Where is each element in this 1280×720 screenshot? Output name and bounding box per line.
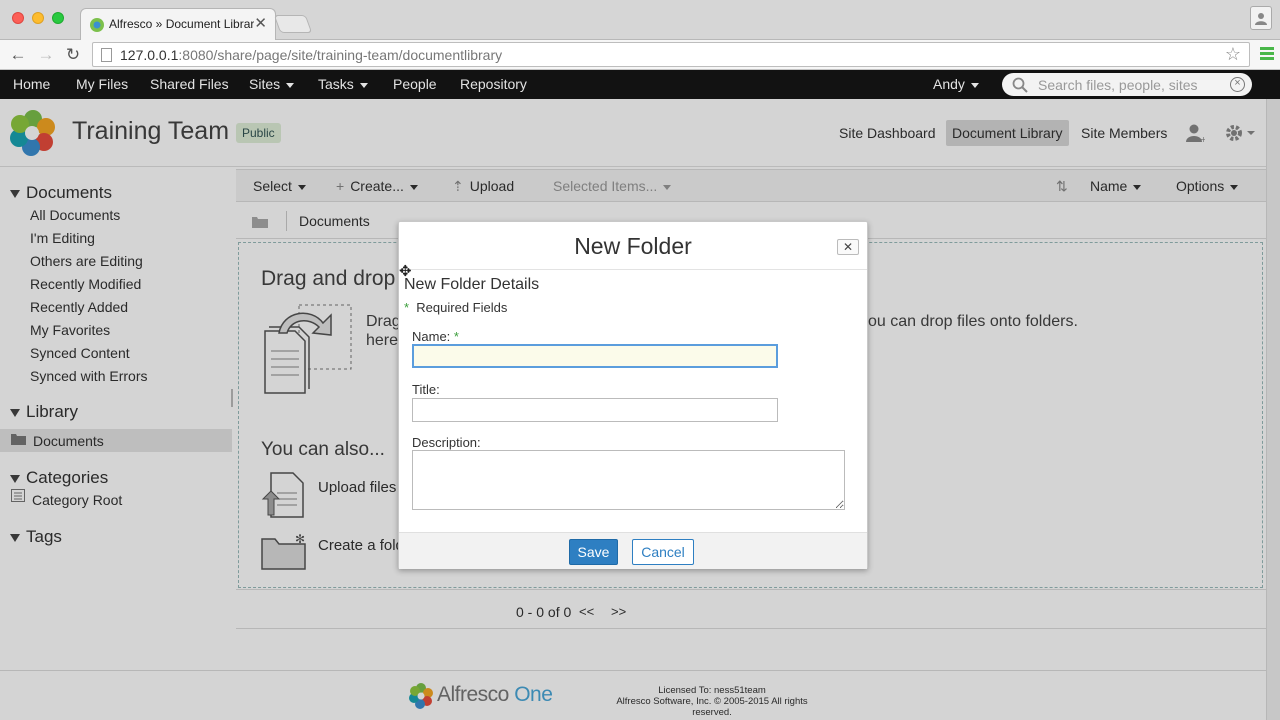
required-fields-note: * Required Fields bbox=[404, 300, 507, 315]
url-text: 127.0.0.1:8080/share/page/site/training-… bbox=[120, 47, 502, 63]
nav-repository[interactable]: Repository bbox=[460, 76, 527, 92]
clear-search-icon[interactable]: × bbox=[1230, 77, 1245, 92]
name-field[interactable] bbox=[412, 344, 778, 368]
browser-toolbar: ← → ↻ 127.0.0.1:8080/share/page/site/tra… bbox=[0, 40, 1280, 70]
nav-sites-label: Sites bbox=[249, 76, 281, 92]
user-name: Andy bbox=[933, 76, 965, 92]
minimize-window-button[interactable] bbox=[32, 12, 44, 24]
dialog-title: New Folder bbox=[574, 233, 692, 259]
nav-sites[interactable]: Sites bbox=[249, 76, 295, 92]
new-folder-dialog: New Folder ✕ ✥ New Folder Details * Requ… bbox=[398, 221, 868, 569]
tab-title: Alfresco » Document Library bbox=[109, 17, 254, 31]
cancel-button[interactable]: Cancel bbox=[632, 539, 694, 565]
save-button[interactable]: Save bbox=[569, 539, 618, 565]
forward-icon[interactable]: → bbox=[36, 45, 56, 65]
description-field[interactable] bbox=[412, 450, 845, 510]
profile-button[interactable] bbox=[1250, 6, 1272, 30]
nav-shared-files[interactable]: Shared Files bbox=[150, 76, 229, 92]
description-label: Description: bbox=[412, 435, 481, 450]
search-input[interactable]: Search files, people, sites × bbox=[1002, 73, 1252, 96]
back-icon[interactable]: ← bbox=[8, 45, 28, 65]
nav-home[interactable]: Home bbox=[13, 76, 50, 92]
nav-tasks[interactable]: Tasks bbox=[318, 76, 368, 92]
page-icon bbox=[101, 48, 112, 62]
required-text: Required Fields bbox=[416, 300, 508, 315]
title-label: Title: bbox=[412, 382, 440, 397]
url-path: :8080/share/page/site/training-team/docu… bbox=[178, 47, 503, 63]
chevron-down-icon bbox=[359, 82, 368, 88]
address-bar[interactable]: 127.0.0.1:8080/share/page/site/training-… bbox=[92, 42, 1250, 67]
new-tab-button[interactable] bbox=[273, 15, 313, 33]
nav-tasks-label: Tasks bbox=[318, 76, 354, 92]
nav-my-files[interactable]: My Files bbox=[76, 76, 128, 92]
search-icon bbox=[1012, 77, 1028, 93]
dialog-footer: Save Cancel bbox=[399, 532, 867, 569]
browser-tabstrip: Alfresco » Document Library ✕ bbox=[0, 0, 1280, 40]
search-placeholder: Search files, people, sites bbox=[1038, 77, 1198, 93]
close-icon[interactable]: ✕ bbox=[837, 239, 859, 255]
required-star: * bbox=[453, 329, 459, 344]
url-host: 127.0.0.1 bbox=[120, 47, 179, 63]
title-field[interactable] bbox=[412, 398, 778, 422]
required-star: * bbox=[404, 300, 410, 315]
app-header: Home My Files Shared Files Sites Tasks P… bbox=[0, 70, 1280, 99]
maximize-window-button[interactable] bbox=[52, 12, 64, 24]
close-window-button[interactable] bbox=[12, 12, 24, 24]
tab-close-icon[interactable]: ✕ bbox=[254, 14, 267, 32]
chevron-down-icon bbox=[970, 82, 979, 88]
chevron-down-icon bbox=[286, 82, 295, 88]
user-icon bbox=[1255, 13, 1267, 25]
reload-icon[interactable]: ↻ bbox=[63, 45, 83, 65]
alfresco-favicon-icon bbox=[90, 18, 104, 32]
bookmark-star-icon[interactable]: ☆ bbox=[1225, 44, 1241, 65]
chrome-menu-icon[interactable] bbox=[1260, 47, 1274, 62]
dialog-subtitle: New Folder Details bbox=[404, 276, 540, 293]
name-label-text: Name: bbox=[412, 329, 451, 344]
name-label: Name: * bbox=[412, 329, 459, 344]
nav-people[interactable]: People bbox=[393, 76, 437, 92]
dialog-header[interactable]: New Folder ✕ bbox=[399, 222, 867, 270]
browser-tab[interactable]: Alfresco » Document Library ✕ bbox=[80, 8, 276, 40]
user-menu[interactable]: Andy bbox=[933, 76, 979, 92]
